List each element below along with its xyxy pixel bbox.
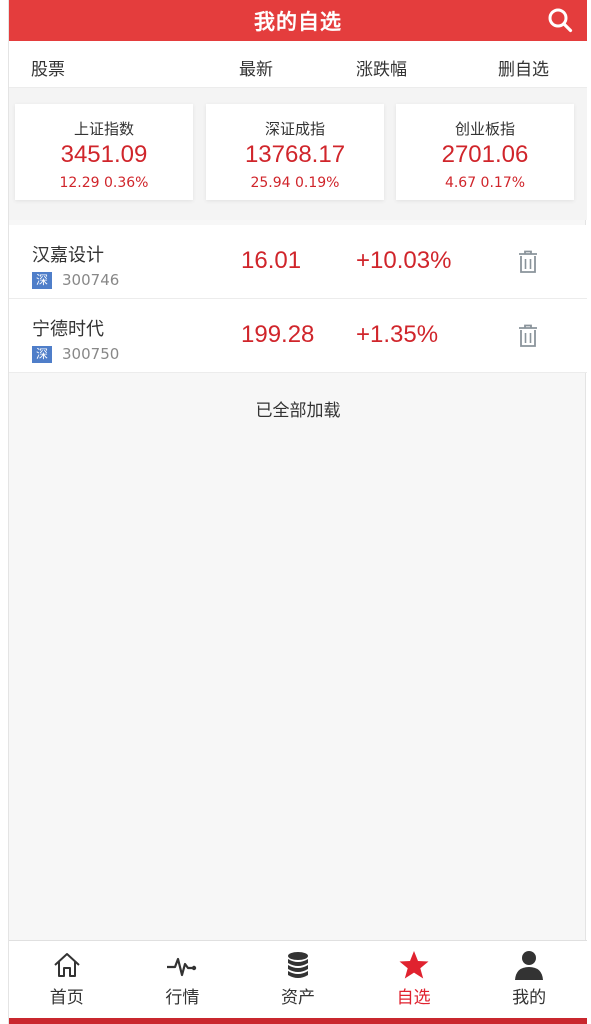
market-badge: 深 bbox=[32, 345, 53, 363]
trash-icon[interactable] bbox=[516, 249, 540, 275]
user-icon bbox=[515, 951, 544, 980]
tab-label: 自选 bbox=[396, 988, 431, 1008]
index-panel: 上证指数 3451.09 12.29 0.36% 深证成指 13768.17 2… bbox=[9, 88, 587, 220]
search-button[interactable] bbox=[545, 6, 575, 34]
stock-name: 汉嘉设计 bbox=[32, 245, 104, 266]
watchlist: 汉嘉设计 深 300746 16.01 +10.03% 宁德时代 深 30075… bbox=[9, 225, 587, 373]
stock-change-pct: +10.03% bbox=[356, 247, 452, 274]
column-remove: 删自选 bbox=[498, 60, 549, 80]
column-header: 股票 最新 涨跌幅 删自选 bbox=[9, 41, 587, 88]
tab-home[interactable]: 首页 bbox=[9, 941, 125, 1018]
stock-price: 16.01 bbox=[241, 247, 302, 274]
pulse-icon bbox=[167, 957, 197, 977]
app-frame: 我的自选 股票 最新 涨跌幅 删自选 上证指数 3451.09 12.29 0.… bbox=[8, 0, 587, 1024]
tab-watchlist[interactable]: 自选 bbox=[356, 941, 472, 1018]
home-icon bbox=[54, 953, 80, 977]
trash-icon[interactable] bbox=[516, 323, 540, 349]
stock-price: 199.28 bbox=[241, 321, 315, 348]
tab-mine[interactable]: 我的 bbox=[471, 941, 587, 1018]
tab-label: 行情 bbox=[165, 988, 200, 1008]
bottom-accent-bar bbox=[9, 1018, 587, 1024]
list-end-text: 已全部加载 bbox=[255, 401, 341, 421]
table-row[interactable]: 宁德时代 深 300750 199.28 +1.35% bbox=[9, 299, 587, 373]
tab-label: 首页 bbox=[49, 988, 84, 1008]
coins-icon bbox=[287, 952, 308, 978]
market-badge: 深 bbox=[32, 271, 53, 289]
index-name: 上证指数 bbox=[73, 120, 134, 138]
search-icon bbox=[548, 8, 573, 33]
star-icon bbox=[399, 951, 429, 979]
tab-assets[interactable]: 资产 bbox=[240, 941, 356, 1018]
bottom-tab-bar: 首页 行情 资产 自选 我的 bbox=[9, 940, 587, 1018]
tab-market[interactable]: 行情 bbox=[125, 941, 241, 1018]
stock-code: 300750 bbox=[62, 345, 120, 363]
index-change: 25.94 0.19% bbox=[250, 175, 340, 191]
stock-code-line: 深 300746 bbox=[32, 271, 119, 289]
index-change: 4.67 0.17% bbox=[444, 175, 526, 191]
column-change: 涨跌幅 bbox=[356, 60, 407, 80]
tab-label: 资产 bbox=[280, 988, 315, 1008]
index-value: 2701.06 bbox=[441, 141, 529, 168]
stock-code: 300746 bbox=[62, 271, 120, 289]
index-card-shenzhen[interactable]: 深证成指 13768.17 25.94 0.19% bbox=[206, 104, 384, 200]
tab-label: 我的 bbox=[512, 988, 547, 1008]
index-change: 12.29 0.36% bbox=[59, 175, 149, 191]
column-latest: 最新 bbox=[239, 60, 273, 80]
index-name: 创业板指 bbox=[454, 120, 515, 138]
table-row[interactable]: 汉嘉设计 深 300746 16.01 +10.03% bbox=[9, 225, 587, 299]
index-name: 深证成指 bbox=[264, 120, 325, 138]
column-stock: 股票 bbox=[31, 60, 65, 80]
stock-name: 宁德时代 bbox=[32, 319, 104, 340]
index-card-chinext[interactable]: 创业板指 2701.06 4.67 0.17% bbox=[396, 104, 574, 200]
index-value: 3451.09 bbox=[60, 141, 148, 168]
stock-code-line: 深 300750 bbox=[32, 345, 119, 363]
index-value: 13768.17 bbox=[244, 141, 346, 168]
top-bar: 我的自选 bbox=[9, 0, 587, 41]
page-title: 我的自选 bbox=[254, 9, 342, 34]
index-card-shanghai[interactable]: 上证指数 3451.09 12.29 0.36% bbox=[15, 104, 193, 200]
stock-change-pct: +1.35% bbox=[356, 321, 439, 348]
